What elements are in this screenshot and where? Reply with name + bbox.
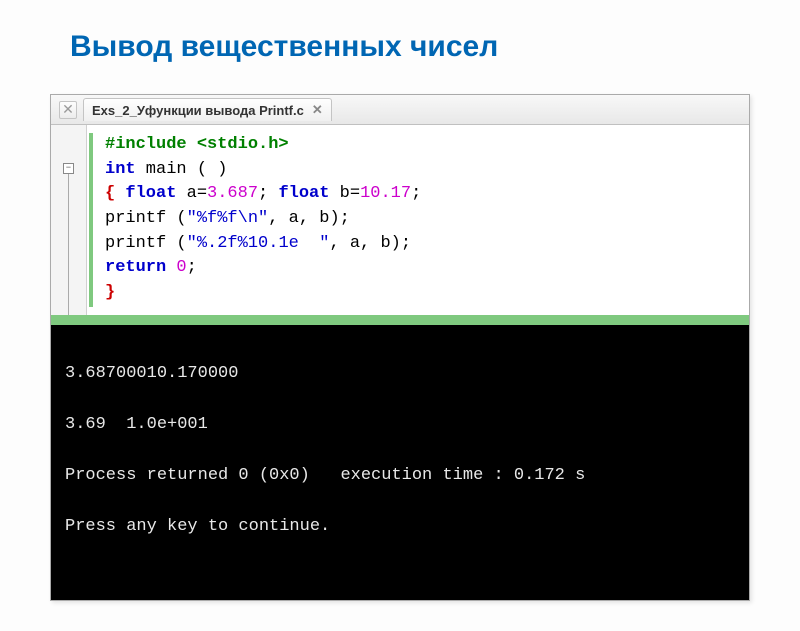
console-line: 3.68700010.170000 [65, 361, 735, 387]
tab-bar: ✕ Exs_2_Уфункции вывода Printf.c ✕ [51, 95, 749, 125]
code-line: int main ( ) [105, 158, 421, 183]
tab-label: Exs_2_Уфункции вывода Printf.c [92, 103, 304, 118]
code-line: printf ("%f%f\n", a, b); [105, 207, 421, 232]
file-tab[interactable]: Exs_2_Уфункции вывода Printf.c ✕ [83, 98, 332, 121]
slide-title: Вывод вещественных чисел [70, 30, 750, 64]
editor-window: ✕ Exs_2_Уфункции вывода Printf.c ✕ − #in… [50, 94, 750, 601]
tab-close-icon[interactable]: ✕ [312, 102, 323, 118]
code-line: printf ("%.2f%10.1e ", a, b); [105, 232, 421, 257]
close-icon: ✕ [62, 101, 74, 118]
code-body: #include <stdio.h> int main ( ) { float … [87, 125, 431, 315]
code-editor[interactable]: − #include <stdio.h> int main ( ) { floa… [51, 125, 749, 315]
console-output: 3.68700010.170000 3.69 1.0e+001 Process … [51, 325, 749, 600]
console-line: Press any key to continue. [65, 514, 735, 540]
code-line: #include <stdio.h> [105, 133, 421, 158]
fold-toggle[interactable]: − [63, 163, 74, 174]
code-line: } [105, 281, 421, 306]
edit-margin [89, 133, 93, 307]
console-line: 3.69 1.0e+001 [65, 412, 735, 438]
tab-prev-button[interactable]: ✕ [59, 101, 77, 119]
fold-line [68, 174, 69, 315]
code-line: return 0; [105, 256, 421, 281]
gutter: − [51, 125, 87, 315]
splitter[interactable] [51, 315, 749, 325]
code-line: { float a=3.687; float b=10.17; [105, 182, 421, 207]
console-line: Process returned 0 (0x0) execution time … [65, 463, 735, 489]
